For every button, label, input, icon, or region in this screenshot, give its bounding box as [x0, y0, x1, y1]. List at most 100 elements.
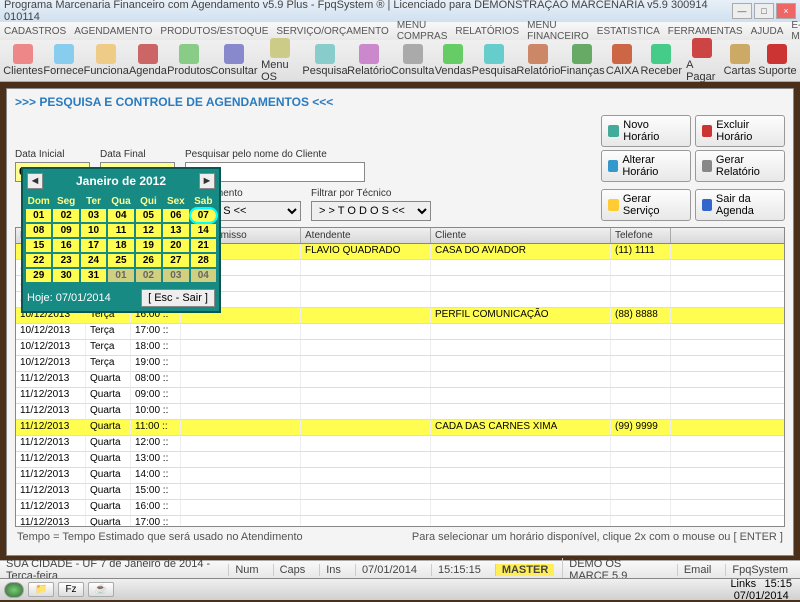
toolbar-relatório[interactable]: Relatório [518, 43, 560, 78]
calendar-day-other[interactable]: 04 [191, 269, 216, 282]
toolbar-caixa[interactable]: CAIXA [605, 43, 639, 78]
calendar-day-other[interactable]: 01 [108, 269, 133, 282]
table-row[interactable]: 11/12/2013Quarta14:00 :: [16, 468, 784, 484]
menu-item[interactable]: AJUDA [751, 26, 784, 37]
taskbar-app-3[interactable]: ☕ [88, 582, 114, 597]
toolbar-vendas[interactable]: Vendas [435, 43, 471, 78]
table-row[interactable]: 10/12/2013Terça19:00 :: [16, 356, 784, 372]
calendar-day[interactable]: 12 [136, 224, 161, 237]
table-row[interactable]: 11/12/2013Quarta17:00 :: [16, 516, 784, 527]
calendar-day[interactable]: 18 [108, 239, 133, 252]
calendar-day[interactable]: 11 [108, 224, 133, 237]
menu-item[interactable]: ESTATISTICA [597, 26, 660, 37]
menu-item[interactable]: PRODUTOS/ESTOQUE [160, 26, 268, 37]
calendar-day[interactable]: 29 [26, 269, 51, 282]
table-row[interactable]: 10/12/2013Terça17:00 :: [16, 324, 784, 340]
calendar-day[interactable]: 08 [26, 224, 51, 237]
calendar-day[interactable]: 14 [191, 224, 216, 237]
menu-item[interactable]: MENU COMPRAS [397, 20, 448, 42]
maximize-button[interactable]: □ [754, 3, 774, 19]
calendar-day[interactable]: 23 [53, 254, 78, 267]
table-row[interactable]: 11/12/2013Quarta09:00 :: [16, 388, 784, 404]
toolbar-fornece[interactable]: Fornece [44, 43, 83, 78]
menu-item[interactable]: RELATÓRIOS [455, 26, 519, 37]
table-row[interactable]: 10/12/2013Terça18:00 :: [16, 340, 784, 356]
calendar-next-button[interactable]: ► [199, 173, 215, 189]
calendar-day[interactable]: 16 [53, 239, 78, 252]
start-button[interactable] [4, 582, 24, 598]
toolbar-pesquisa[interactable]: Pesquisa [304, 43, 347, 78]
calendar-day[interactable]: 19 [136, 239, 161, 252]
table-row[interactable]: 11/12/2013Quarta10:00 :: [16, 404, 784, 420]
calendar-day[interactable]: 20 [163, 239, 188, 252]
calendar-day[interactable]: 09 [53, 224, 78, 237]
calendar-day[interactable]: 13 [163, 224, 188, 237]
toolbar-consulta[interactable]: Consulta [392, 43, 433, 78]
toolbar-finanças[interactable]: Finanças [561, 43, 603, 78]
calendar-day[interactable]: 05 [136, 209, 161, 222]
calendar-day[interactable]: 17 [81, 239, 106, 252]
calendar-day[interactable]: 21 [191, 239, 216, 252]
toolbar-a pagar[interactable]: A Pagar [683, 37, 721, 84]
calendar-day[interactable]: 25 [108, 254, 133, 267]
menu-item[interactable]: MENU FINANCEIRO [527, 20, 589, 42]
novo-horario-button[interactable]: Novo Horário [601, 115, 691, 147]
table-row[interactable]: 11/12/2013Quarta11:00 ::CADA DAS CARNES … [16, 420, 784, 436]
statusbar: SUA CIDADE - UF 7 de Janeiro de 2014 - T… [0, 560, 800, 578]
toolbar-agenda[interactable]: Agenda [130, 43, 167, 78]
calendar-day-other[interactable]: 02 [136, 269, 161, 282]
table-row[interactable]: 11/12/2013Quarta16:00 :: [16, 500, 784, 516]
calendar-day[interactable]: 27 [163, 254, 188, 267]
calendar-day[interactable]: 07 [191, 209, 216, 222]
gerar-servico-button[interactable]: Gerar Serviço [601, 189, 691, 221]
toolbar-funciona[interactable]: Funciona [85, 43, 128, 78]
sair-agenda-button[interactable]: Sair da Agenda [695, 189, 785, 221]
toolbar-suporte[interactable]: Suporte [759, 43, 796, 78]
calendar-day[interactable]: 30 [53, 269, 78, 282]
table-row[interactable]: 11/12/2013Quarta12:00 :: [16, 436, 784, 452]
menu-item[interactable]: CADASTROS [4, 26, 66, 37]
calendar-day[interactable]: 04 [108, 209, 133, 222]
calendar-day[interactable]: 10 [81, 224, 106, 237]
calendar-day[interactable]: 26 [136, 254, 161, 267]
calendar-day-other[interactable]: 03 [163, 269, 188, 282]
close-button[interactable]: × [776, 3, 796, 19]
menu-item[interactable]: E-MAIL [791, 20, 800, 42]
status-email[interactable]: Email [677, 564, 718, 576]
calendar-day[interactable]: 15 [26, 239, 51, 252]
data-final-label: Data Final [100, 149, 175, 160]
toolbar-relatório[interactable]: Relatório [348, 43, 390, 78]
toolbar-consultar[interactable]: Consultar [212, 43, 256, 78]
menu-item[interactable]: AGENDAMENTO [74, 26, 152, 37]
toolbar-receber[interactable]: Receber [641, 43, 681, 78]
gerar-relatorio-button[interactable]: Gerar Relatório [695, 150, 785, 182]
calendar-day[interactable]: 31 [81, 269, 106, 282]
toolbar-cartas[interactable]: Cartas [723, 43, 757, 78]
table-row[interactable]: 11/12/2013Quarta08:00 :: [16, 372, 784, 388]
calendar-day[interactable]: 01 [26, 209, 51, 222]
table-row[interactable]: 11/12/2013Quarta13:00 :: [16, 452, 784, 468]
taskbar-app-1[interactable]: 📁 [28, 582, 54, 597]
excluir-horario-button[interactable]: Excluir Horário [695, 115, 785, 147]
alterar-horario-button[interactable]: Alterar Horário [601, 150, 691, 182]
calendar-day[interactable]: 03 [81, 209, 106, 222]
minimize-button[interactable]: — [732, 3, 752, 19]
calendar-day[interactable]: 24 [81, 254, 106, 267]
menu-item[interactable]: SERVIÇO/ORÇAMENTO [276, 26, 388, 37]
calendar-day[interactable]: 02 [53, 209, 78, 222]
taskbar-app-2[interactable]: Fz [58, 582, 83, 597]
tecnico-select[interactable]: > > T O D O S << [311, 201, 431, 221]
calendar-esc-button[interactable]: [ Esc - Sair ] [141, 289, 215, 307]
calendar-day[interactable]: 28 [191, 254, 216, 267]
status-fpq[interactable]: FpqSystem [725, 564, 794, 576]
menu-item[interactable]: FERRAMENTAS [668, 26, 743, 37]
calendar-day[interactable]: 06 [163, 209, 188, 222]
calendar-prev-button[interactable]: ◄ [27, 173, 43, 189]
status-num: Num [228, 564, 264, 576]
toolbar-menu os[interactable]: Menu OS [258, 37, 302, 84]
toolbar-produtos[interactable]: Produtos [168, 43, 210, 78]
toolbar-pesquisa[interactable]: Pesquisa [473, 43, 516, 78]
table-row[interactable]: 11/12/2013Quarta15:00 :: [16, 484, 784, 500]
toolbar-clientes[interactable]: Clientes [4, 43, 42, 78]
calendar-day[interactable]: 22 [26, 254, 51, 267]
